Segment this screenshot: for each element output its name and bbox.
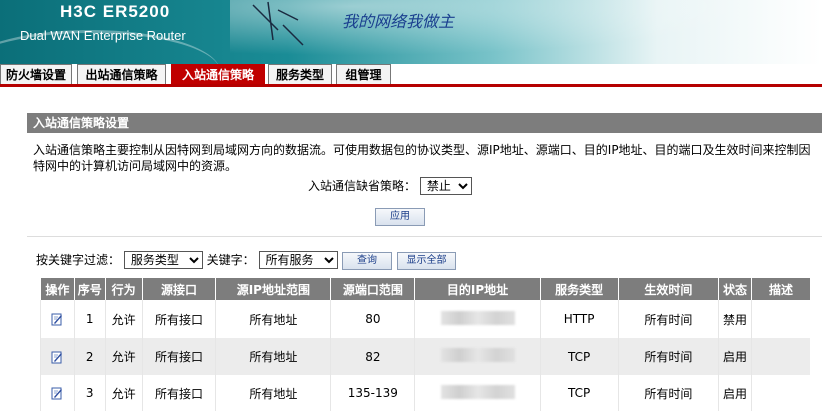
cell-source-port: 135-139 bbox=[330, 375, 415, 411]
header-status: 状态 bbox=[718, 278, 752, 300]
header-action: 行为 bbox=[104, 278, 143, 300]
keyword-select[interactable]: 所有服务 bbox=[258, 251, 338, 269]
header-source-ip-range: 源IP地址范围 bbox=[215, 278, 331, 300]
cell-source-ip: 所有地址 bbox=[215, 300, 331, 338]
cell-time: 所有时间 bbox=[617, 338, 719, 375]
tab-service-type[interactable]: 服务类型 bbox=[268, 64, 332, 84]
edit-icon[interactable] bbox=[51, 313, 63, 326]
cell-description bbox=[750, 375, 810, 411]
section-description: 入站通信策略主要控制从因特网到局域网方向的数据流。可使用数据包的协议类型、源IP… bbox=[33, 143, 811, 173]
cell-service: TCP bbox=[539, 375, 619, 411]
cell-source-ip: 所有地址 bbox=[215, 375, 331, 411]
cell-action: 允许 bbox=[104, 300, 143, 338]
header-destination-ip: 目的IP地址 bbox=[414, 278, 541, 300]
header-wave bbox=[230, 0, 822, 64]
tab-bar: 防火墙设置 出站通信策略 入站通信策略 服务类型 组管理 bbox=[0, 64, 822, 87]
show-all-button[interactable]: 显示全部 bbox=[397, 252, 456, 270]
divider bbox=[27, 236, 822, 237]
header-source-port-range: 源端口范围 bbox=[330, 278, 415, 300]
filter-field-select[interactable]: 服务类型 bbox=[123, 251, 203, 269]
cell-status: 启用 bbox=[718, 375, 752, 411]
tab-outbound-policy[interactable]: 出站通信策略 bbox=[77, 64, 166, 84]
cell-status: 禁用 bbox=[718, 300, 752, 338]
table-row: 1 允许 所有接口 所有地址 80 HTTP 所有时间 禁用 bbox=[40, 300, 810, 338]
cell-action: 允许 bbox=[104, 375, 143, 411]
apply-button[interactable]: 应用 bbox=[375, 208, 425, 226]
tab-group-management[interactable]: 组管理 bbox=[336, 64, 391, 84]
keyword-label: 关键字： bbox=[206, 253, 255, 267]
cell-destination-ip bbox=[414, 338, 541, 375]
cell-index: 2 bbox=[73, 338, 106, 375]
header-description: 描述 bbox=[750, 278, 810, 300]
header-service-type: 服务类型 bbox=[539, 278, 619, 300]
edit-icon[interactable] bbox=[51, 387, 63, 400]
table-header-row: 操作 序号 行为 源接口 源IP地址范围 源端口范围 目的IP地址 服务类型 生… bbox=[40, 278, 810, 300]
default-policy-row: 入站通信缺省策略： 禁止 bbox=[308, 177, 472, 195]
tab-underline bbox=[0, 84, 822, 87]
section-title: 入站通信策略设置 bbox=[27, 113, 822, 133]
redacted-destination-ip bbox=[440, 310, 515, 325]
filter-label: 按关键字过滤： bbox=[36, 253, 121, 267]
cell-status: 启用 bbox=[718, 338, 752, 375]
cell-index: 3 bbox=[73, 375, 106, 411]
redacted-destination-ip bbox=[440, 348, 515, 362]
table-row: 2 允许 所有接口 所有地址 82 TCP 所有时间 启用 bbox=[40, 338, 810, 375]
header-effective-time: 生效时间 bbox=[617, 278, 719, 300]
cell-source-interface: 所有接口 bbox=[141, 375, 216, 411]
cell-index: 1 bbox=[73, 300, 106, 338]
cell-destination-ip bbox=[414, 375, 541, 411]
cell-service: HTTP bbox=[539, 300, 619, 338]
header-sketch-icon bbox=[252, 1, 304, 46]
brand-subtitle: Dual WAN Enterprise Router bbox=[20, 28, 186, 43]
default-policy-label: 入站通信缺省策略： bbox=[308, 179, 417, 193]
header-banner: H3C ER5200 Dual WAN Enterprise Router 我的… bbox=[0, 0, 822, 64]
cell-service: TCP bbox=[539, 338, 619, 375]
header-source-interface: 源接口 bbox=[141, 278, 216, 300]
cell-source-interface: 所有接口 bbox=[141, 338, 216, 375]
cell-source-interface: 所有接口 bbox=[141, 300, 216, 338]
table-row: 3 允许 所有接口 所有地址 135-139 TCP 所有时间 启用 bbox=[40, 375, 810, 411]
slogan: 我的网络我做主 bbox=[342, 12, 455, 31]
cell-time: 所有时间 bbox=[617, 300, 719, 338]
cell-description bbox=[750, 300, 810, 338]
cell-source-port: 80 bbox=[330, 300, 415, 338]
cell-action: 允许 bbox=[104, 338, 143, 375]
edit-icon[interactable] bbox=[51, 351, 63, 364]
cell-description bbox=[750, 338, 810, 375]
tab-firewall[interactable]: 防火墙设置 bbox=[0, 64, 72, 84]
redacted-destination-ip bbox=[440, 384, 515, 399]
query-button[interactable]: 查询 bbox=[342, 252, 392, 270]
brand-logo: H3C ER5200 bbox=[60, 2, 171, 21]
filter-row: 按关键字过滤： 服务类型 关键字： 所有服务 bbox=[36, 251, 338, 269]
header-index: 序号 bbox=[73, 278, 106, 300]
cell-source-ip: 所有地址 bbox=[215, 338, 331, 375]
tab-inbound-policy[interactable]: 入站通信策略 bbox=[171, 64, 265, 84]
policy-table: 操作 序号 行为 源接口 源IP地址范围 源端口范围 目的IP地址 服务类型 生… bbox=[40, 278, 810, 411]
header-operation: 操作 bbox=[40, 278, 75, 300]
cell-time: 所有时间 bbox=[617, 375, 719, 411]
default-policy-select[interactable]: 禁止 bbox=[419, 177, 472, 195]
cell-destination-ip bbox=[414, 300, 541, 338]
cell-source-port: 82 bbox=[330, 338, 415, 375]
